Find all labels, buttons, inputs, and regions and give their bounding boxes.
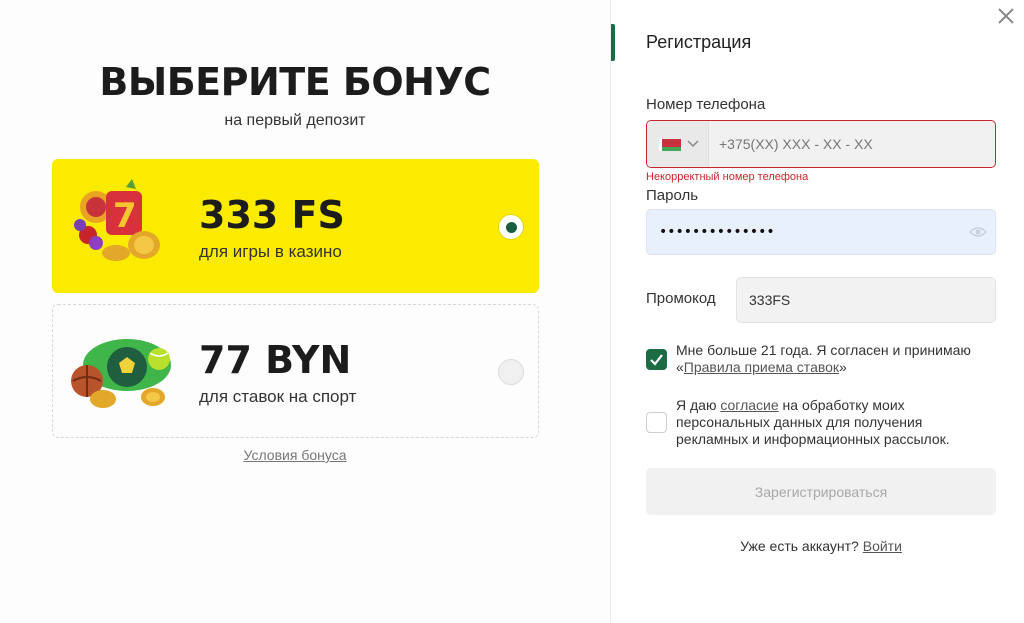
bonus-title: ВЫБЕРИТЕ БОНУС [99, 60, 491, 104]
phone-field [646, 120, 996, 168]
login-prompt: Уже есть аккаунт? [740, 538, 859, 554]
phone-input[interactable] [719, 121, 989, 167]
promo-input[interactable] [749, 278, 984, 322]
data-consent-checkbox[interactable] [646, 412, 667, 433]
bonus-description: для ставок на спорт [199, 387, 357, 406]
bonus-subtitle: на первый депозит [224, 112, 366, 129]
age-consent-checkbox[interactable] [646, 349, 667, 370]
svg-text:7: 7 [113, 196, 137, 236]
bonus-radio-unselected[interactable] [498, 359, 524, 385]
password-input[interactable] [659, 210, 959, 254]
eye-icon[interactable] [969, 225, 987, 239]
bonus-option-sport[interactable]: 77 BYN для ставок на спорт [52, 304, 539, 438]
bonus-amount: 333 FS [199, 193, 345, 237]
promo-label: Промокод [646, 290, 716, 307]
login-link[interactable]: Войти [863, 538, 902, 554]
age-consent-text-after: » [839, 359, 847, 375]
bonus-terms-link[interactable]: Условия бонуса [0, 447, 590, 463]
password-field [646, 209, 996, 255]
bonus-description: для игры в казино [199, 242, 342, 261]
title-accent-bar [611, 24, 615, 61]
panel-divider [610, 0, 611, 623]
password-label: Пароль [646, 187, 699, 204]
promo-field [736, 277, 996, 323]
register-button[interactable]: Зарегистрироваться [646, 468, 996, 515]
belarus-flag-icon [659, 139, 681, 151]
bonus-radio-selected[interactable] [498, 214, 524, 240]
login-row: Уже есть аккаунт? Войти [646, 538, 996, 554]
phone-error: Некорректный номер телефона [646, 171, 809, 183]
betting-rules-link[interactable]: Правила приема ставок [684, 359, 839, 375]
bonus-option-casino[interactable]: 7 333 FS для игры в казино [52, 159, 539, 293]
sport-balls-icon [71, 339, 171, 408]
data-consent-text-before: Я даю [676, 397, 721, 413]
chevron-down-icon [687, 140, 699, 148]
bonus-panel: ВЫБЕРИТЕ БОНУС на первый депозит 7 333 F… [0, 0, 610, 623]
registration-title: Регистрация [646, 32, 752, 52]
bonus-amount: 77 BYN [199, 338, 352, 382]
country-code-dropdown[interactable] [647, 121, 709, 167]
data-consent-text: Я даю согласие на обработку моих персона… [676, 397, 966, 448]
casino-slots-icon: 7 [74, 179, 160, 261]
close-icon[interactable] [994, 4, 1018, 28]
consent-link[interactable]: согласие [720, 397, 778, 413]
checkmark-icon [650, 354, 663, 366]
age-consent-text: Мне больше 21 года. Я согласен и принима… [676, 342, 986, 376]
phone-label: Номер телефона [646, 96, 766, 113]
